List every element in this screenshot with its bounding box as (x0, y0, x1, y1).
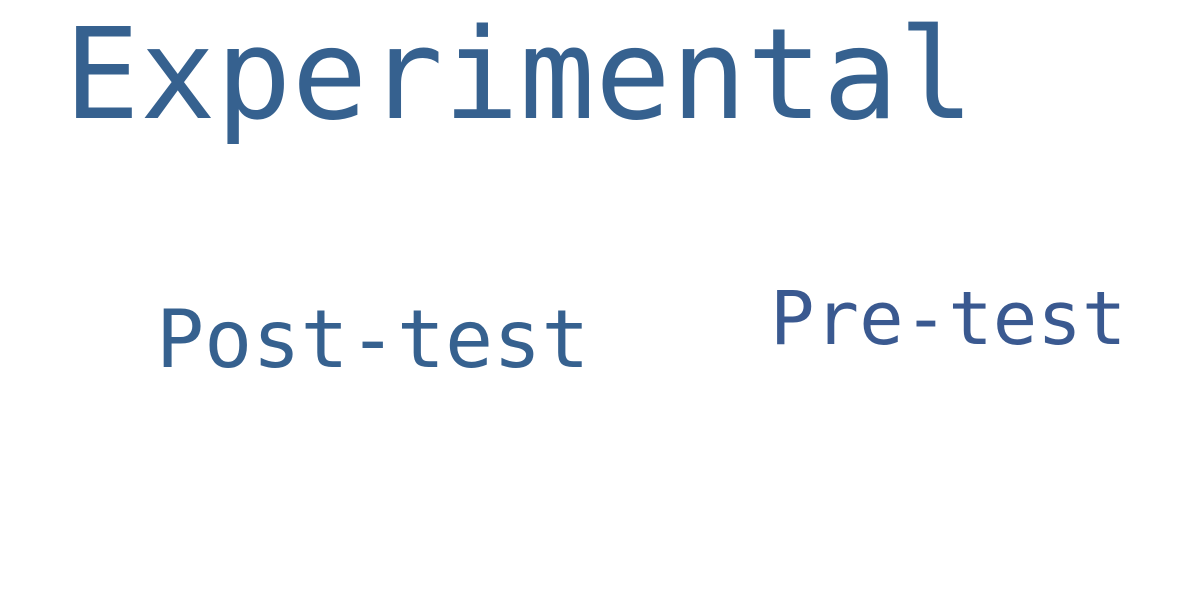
word-pre-test: Pre-test (770, 276, 1127, 362)
word-post-test: Post-test (156, 293, 590, 386)
word-experimental: Experimental (64, 1, 975, 148)
word-cloud: Experimental Post-test Pre-test (0, 0, 1200, 600)
